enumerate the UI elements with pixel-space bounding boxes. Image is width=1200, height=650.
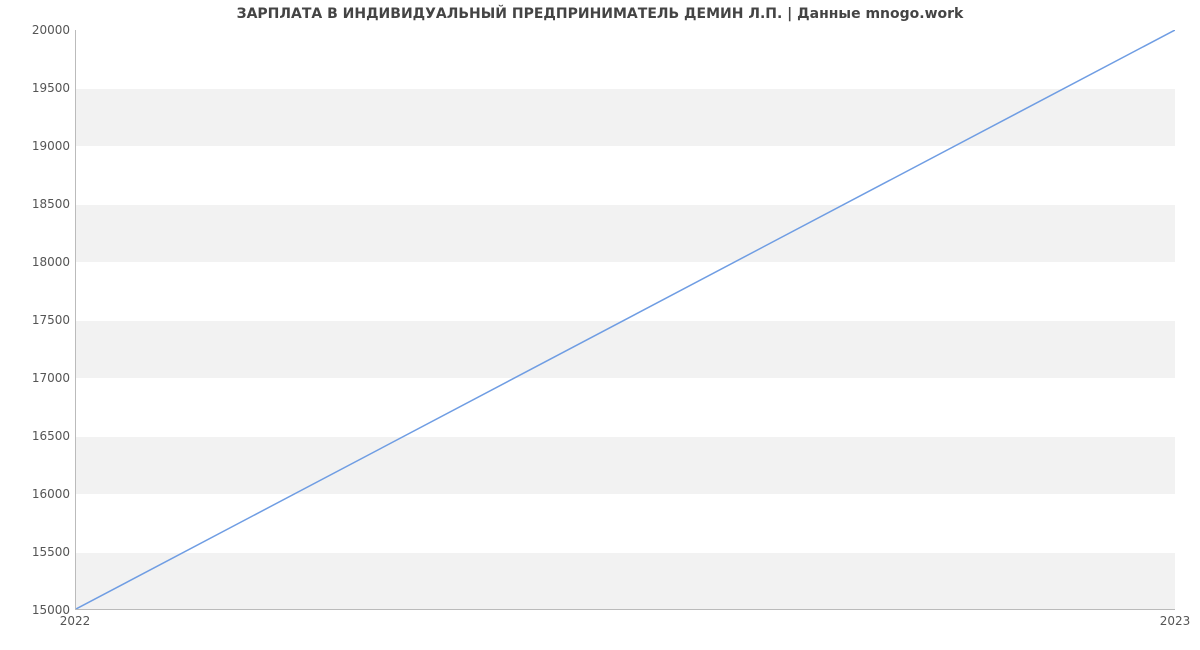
chart-container: ЗАРПЛАТА В ИНДИВИДУАЛЬНЫЙ ПРЕДПРИНИМАТЕЛ… [0,0,1200,650]
line-layer [76,30,1175,609]
x-tick: 2022 [60,614,91,628]
y-tick: 18000 [10,255,70,269]
y-tick: 15500 [10,545,70,559]
y-tick: 16500 [10,429,70,443]
y-tick: 19500 [10,81,70,95]
chart-title: ЗАРПЛАТА В ИНДИВИДУАЛЬНЫЙ ПРЕДПРИНИМАТЕЛ… [0,6,1200,22]
y-tick: 16000 [10,487,70,501]
y-tick: 18500 [10,197,70,211]
y-tick: 19000 [10,139,70,153]
y-tick: 20000 [10,23,70,37]
y-tick: 17000 [10,371,70,385]
x-tick: 2023 [1160,614,1191,628]
plot-area [75,30,1175,610]
y-tick: 17500 [10,313,70,327]
series-line [76,30,1175,609]
